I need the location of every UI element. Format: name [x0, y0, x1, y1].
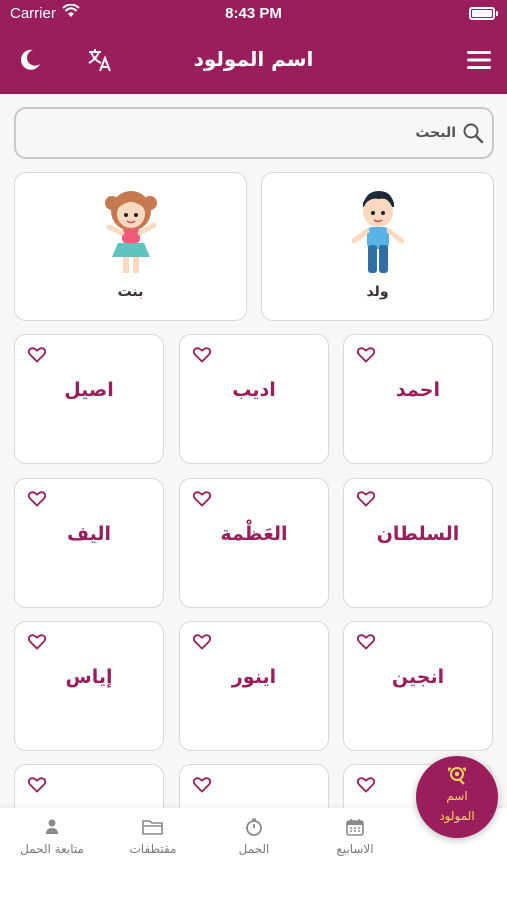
heart-icon[interactable]: [192, 634, 212, 650]
fab-label: اسم المولود: [439, 789, 475, 823]
name-card[interactable]: انجين: [343, 621, 493, 751]
heart-icon[interactable]: [27, 777, 47, 793]
baby-name: اينور: [231, 666, 277, 688]
gender-label-girl: بنت: [117, 284, 144, 300]
person-icon: [46, 819, 58, 834]
heart-icon[interactable]: [192, 347, 212, 363]
tab-pregnancy[interactable]: الحمل: [204, 818, 304, 856]
heart-icon[interactable]: [27, 634, 47, 650]
baby-rattle-icon: [447, 767, 467, 785]
heart-icon[interactable]: [356, 634, 376, 650]
clock: 8:43 PM: [225, 5, 282, 22]
name-card[interactable]: اصيل: [14, 334, 164, 464]
tab-label: مقتطفات: [129, 842, 177, 856]
baby-name-fab[interactable]: اسم المولود: [416, 756, 498, 838]
name-card[interactable]: اينور: [179, 621, 329, 751]
heart-icon[interactable]: [27, 491, 47, 507]
baby-name: اديب: [232, 379, 276, 401]
search-input[interactable]: [28, 119, 456, 147]
heart-icon[interactable]: [356, 491, 376, 507]
name-card[interactable]: السلطان: [343, 478, 493, 608]
heart-icon[interactable]: [192, 777, 212, 793]
name-card[interactable]: اليف: [14, 478, 164, 608]
page-title: اسم المولود: [193, 47, 314, 71]
baby-name: انجين: [391, 666, 445, 688]
tab-label: الحمل: [238, 842, 270, 856]
name-card[interactable]: اديب: [179, 334, 329, 464]
timer-icon: [246, 818, 262, 836]
calendar-icon: [346, 819, 364, 836]
folder-icon: [142, 820, 163, 835]
baby-name: اصيل: [64, 379, 114, 401]
tab-label: الاسابيع: [336, 842, 374, 856]
heart-icon[interactable]: [356, 347, 376, 363]
gender-card-girl[interactable]: بنت: [14, 172, 247, 321]
tab-label: متابعة الحمل: [20, 842, 84, 856]
girl-icon: [104, 191, 157, 273]
menu-icon[interactable]: [461, 42, 497, 78]
search-icon: [462, 122, 484, 148]
baby-name: السلطان: [376, 523, 460, 545]
battery-icon: [469, 7, 498, 20]
name-card[interactable]: إياس: [14, 621, 164, 751]
gender-label-boy: ولد: [366, 284, 389, 300]
tab-excerpts[interactable]: مقتطفات: [103, 818, 203, 856]
baby-name: العَظْمة: [220, 523, 288, 545]
baby-name: احمد: [396, 379, 440, 401]
tab-pregnancy-tracking[interactable]: متابعة الحمل: [2, 818, 102, 856]
status-bar: Carrier 8:43 PM: [0, 0, 507, 28]
gender-card-boy[interactable]: ولد: [261, 172, 494, 321]
search-box[interactable]: [14, 107, 494, 159]
boy-icon: [351, 191, 404, 273]
tab-weeks[interactable]: الاسابيع: [305, 818, 405, 856]
heart-icon[interactable]: [192, 491, 212, 507]
baby-name: إياس: [65, 666, 113, 688]
heart-icon[interactable]: [27, 347, 47, 363]
baby-name: اليف: [66, 523, 112, 545]
heart-icon[interactable]: [356, 777, 376, 793]
name-card[interactable]: احمد: [343, 334, 493, 464]
name-card[interactable]: العَظْمة: [179, 478, 329, 608]
app-header: اسم المولود: [0, 28, 507, 94]
